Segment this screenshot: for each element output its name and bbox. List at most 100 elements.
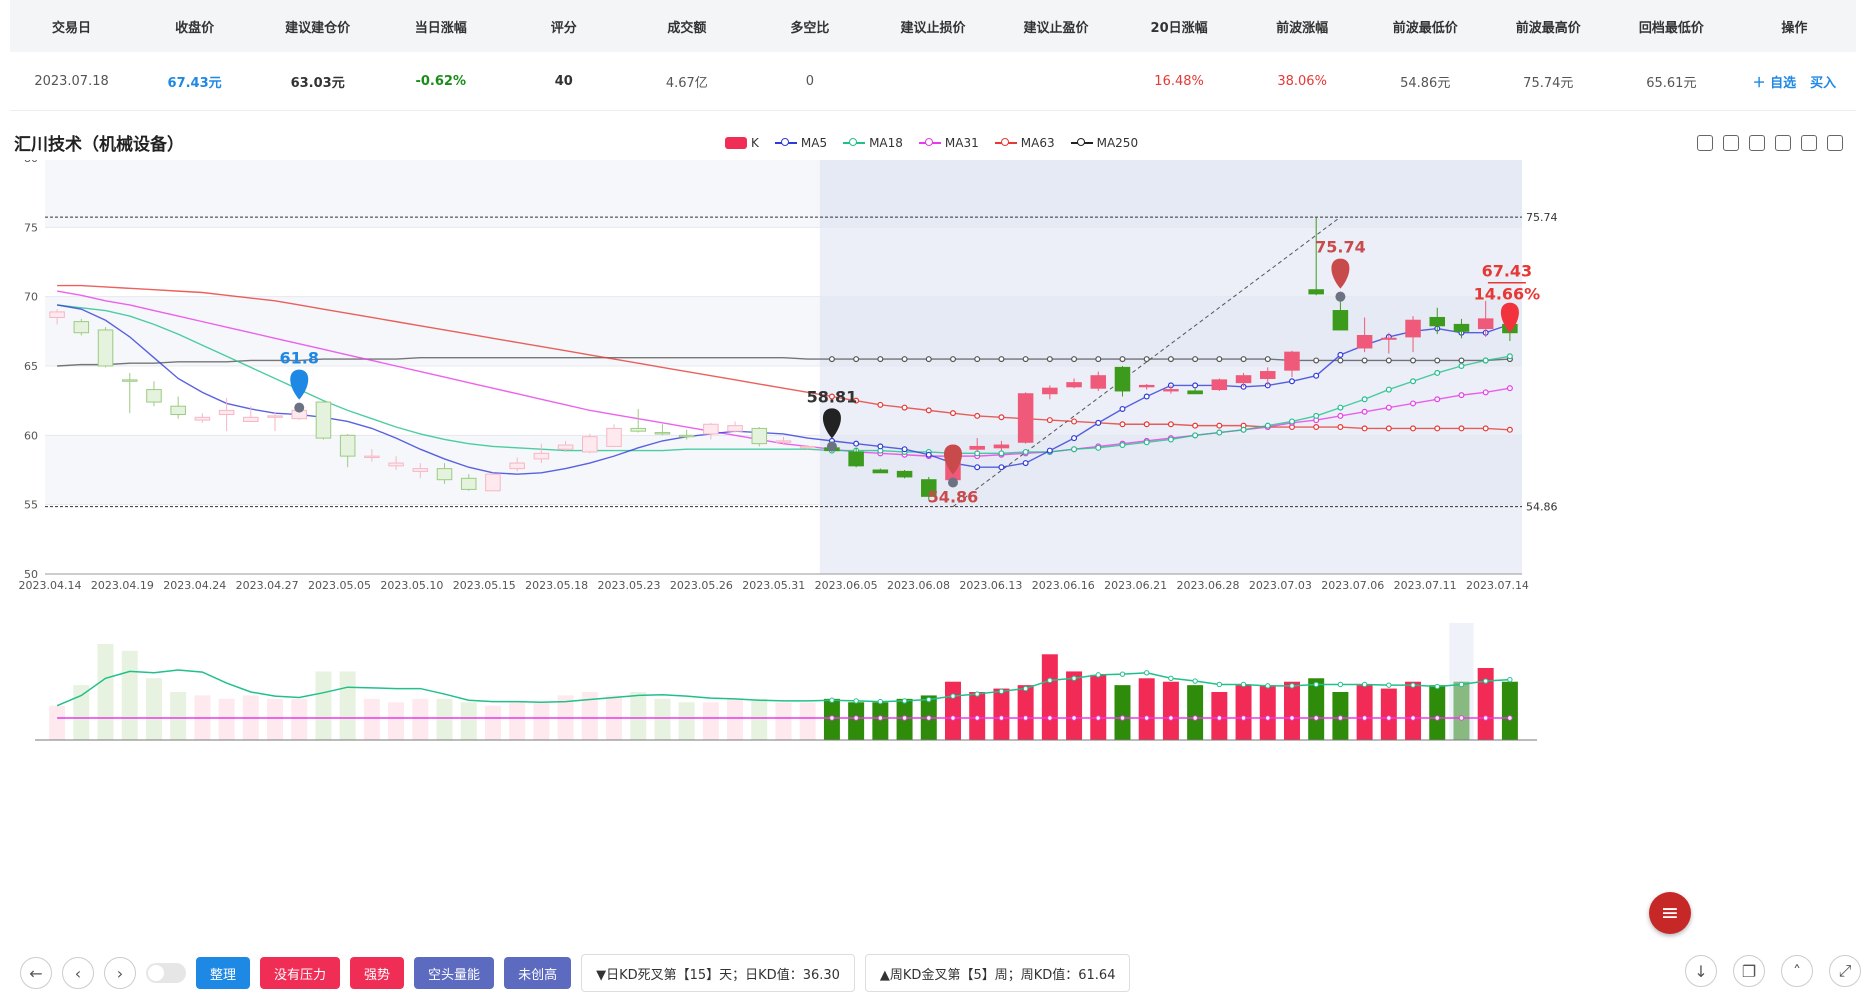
ma5-line-point [1095, 419, 1102, 426]
volume-ma2-point [853, 715, 859, 721]
cell-ratio: 0 [805, 73, 815, 89]
ma250-line-point [1434, 357, 1441, 364]
ma63-line-point [1313, 424, 1320, 431]
ma5-line-point [925, 451, 932, 458]
volume-ma2-point [1047, 715, 1053, 721]
scroll-top-icon[interactable]: ˄ [1781, 955, 1813, 987]
volume-ma2-point [1216, 715, 1223, 721]
candle-body [1017, 393, 1034, 443]
volume-bar [1283, 681, 1300, 740]
select-icon[interactable] [1801, 135, 1817, 151]
ma63-line-point [1482, 425, 1489, 432]
ma18-line-point [1361, 396, 1368, 403]
volume-ma-point [998, 688, 1005, 695]
volume-bar [460, 702, 477, 740]
save-image-icon[interactable] [1827, 135, 1843, 151]
tag-bear-energy[interactable]: 空头量能 [414, 957, 495, 989]
legend-item[interactable]: MA31 [918, 136, 979, 150]
download-icon[interactable]: ↓ [1685, 955, 1717, 987]
candle-body [1284, 351, 1300, 371]
column-header: 建议止损价 [900, 20, 966, 36]
menu-fab[interactable]: ≡ [1649, 892, 1691, 934]
add-watchlist-button[interactable]: ＋ 自选 [1753, 72, 1797, 91]
ma18-line-point [1482, 357, 1489, 364]
ma63-line-point [1410, 425, 1417, 432]
volume-ma-point [829, 697, 835, 703]
candle-body [194, 416, 211, 421]
ma31-line-point [1434, 396, 1441, 403]
prev-button[interactable]: ‹ [62, 957, 94, 989]
ma63-line-point [1143, 421, 1150, 428]
ma18-line-point [1192, 432, 1199, 439]
ma18-line-point [1337, 404, 1344, 411]
volume-bar [1259, 685, 1276, 740]
candle-body [1477, 318, 1494, 330]
zoom-area-icon[interactable] [1723, 135, 1739, 151]
ma5-line-point [901, 446, 908, 453]
volume-bar [73, 685, 90, 740]
ma250-line-point [1192, 356, 1199, 363]
volume-hover [1449, 623, 1474, 740]
ma31-line-point [1337, 412, 1344, 419]
legend-item[interactable]: MA250 [1070, 136, 1139, 150]
volume-ma2-point [829, 715, 835, 721]
volume-ma2-point [974, 715, 980, 721]
fullscreen-icon[interactable]: ⤢ [1829, 955, 1861, 987]
x-tick-label: 2023.06.13 [959, 579, 1022, 592]
candle-body [799, 445, 816, 449]
copy-icon[interactable]: ❐ [1733, 955, 1765, 987]
tag-strong[interactable]: 强势 [350, 957, 405, 989]
column-header: 前波最低价 [1392, 20, 1458, 36]
legend-label: MA250 [1096, 136, 1139, 150]
x-tick-label: 2023.05.10 [380, 579, 443, 592]
legend-item[interactable]: K [725, 136, 759, 150]
tag-not-new-high[interactable]: 未创高 [504, 957, 572, 989]
kline-chart[interactable]: 807570656055502023.04.142023.04.192023.0… [0, 160, 1866, 950]
chart-legend: K MA5 MA18 MA31 MA63 MA250 [725, 136, 1138, 150]
marker-label: 58.81 [807, 387, 858, 406]
ma18-line-point [1119, 442, 1126, 449]
ma5-line-point [1119, 405, 1126, 412]
ma250-line-point [1216, 356, 1223, 363]
volume-bar [484, 705, 501, 740]
volume-bar [267, 698, 284, 740]
x-tick-label: 2023.06.28 [1176, 579, 1239, 592]
zoom-reset-icon[interactable] [1749, 135, 1765, 151]
candle-body [146, 389, 162, 403]
ma18-line-point [1240, 426, 1247, 433]
candle-body [1163, 389, 1179, 392]
candle-body [1066, 382, 1082, 388]
volume-bar [509, 702, 526, 740]
candle-body [485, 473, 501, 492]
refresh-icon[interactable] [1697, 135, 1713, 151]
volume-ma2-point [1434, 715, 1440, 721]
cell-change: -0.62% [415, 73, 466, 89]
tag-no-pressure[interactable]: 没有压力 [260, 957, 341, 989]
volume-ma2-point [1143, 715, 1150, 721]
volume-bar [436, 698, 453, 740]
back-button[interactable]: ← [20, 957, 52, 989]
ma5-line-point [1046, 447, 1053, 454]
next-button[interactable]: › [104, 957, 136, 989]
volume-ma2-point [1022, 715, 1029, 721]
legend-item[interactable]: MA63 [994, 136, 1055, 150]
candle-body [533, 452, 550, 460]
legend-item[interactable]: MA18 [843, 136, 903, 150]
ma5-line-point [1313, 372, 1320, 379]
tag-sort[interactable]: 整理 [196, 957, 251, 989]
legend-item[interactable]: MA5 [774, 136, 828, 150]
volume-ma2-point [1192, 715, 1198, 721]
legend-label: MA5 [800, 136, 828, 150]
ma5-line-point [853, 440, 860, 447]
ma63-line-point [1192, 422, 1199, 429]
toggle-switch[interactable] [146, 963, 186, 983]
volume-ma-point [877, 698, 884, 705]
buy-button[interactable]: 买入 [1810, 72, 1836, 91]
ma63-line-point [901, 404, 908, 411]
candle-body [703, 423, 719, 435]
restore-icon[interactable] [1775, 135, 1791, 151]
ma250-line-point [1022, 356, 1029, 363]
volume-ma2-point [1337, 715, 1344, 721]
column-header: 20日涨幅 [1150, 20, 1208, 36]
x-tick-label: 2023.06.08 [887, 579, 950, 592]
